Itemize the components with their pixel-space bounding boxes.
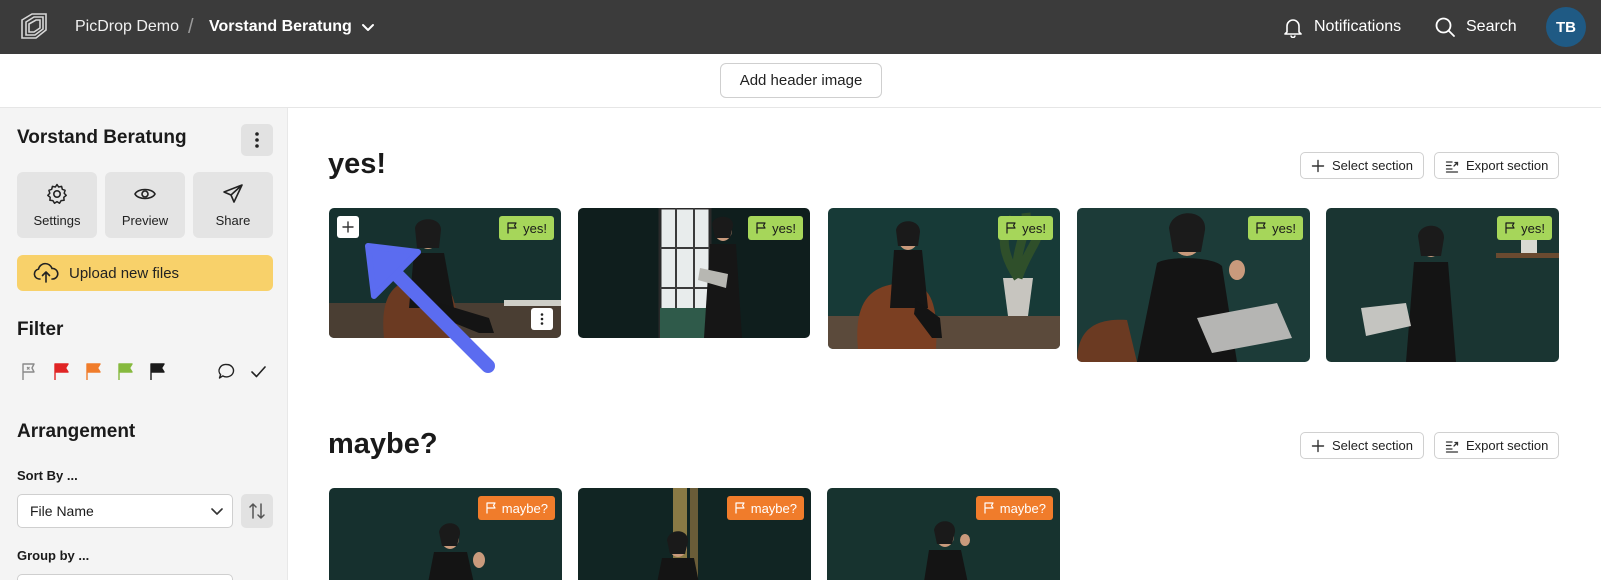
select-photo-button[interactable]	[337, 216, 359, 238]
sidebar: Vorstand Beratung Settings Preview Share	[0, 108, 288, 580]
group-by-select[interactable]	[17, 574, 233, 580]
preview-label: Preview	[121, 213, 169, 228]
photo-thumbnail[interactable]: maybe?	[329, 488, 562, 580]
plus-icon	[1311, 159, 1325, 172]
badge-label: yes!	[772, 220, 796, 236]
sort-direction-button[interactable]	[241, 494, 273, 528]
badge-label: maybe?	[999, 500, 1046, 516]
eye-icon	[134, 188, 156, 200]
flag-badge-yes[interactable]: yes!	[748, 216, 803, 240]
search-label: Search	[1466, 18, 1517, 35]
checkmark-icon[interactable]	[249, 362, 268, 381]
notifications-button[interactable]: Notifications	[1282, 0, 1401, 54]
plus-icon	[1311, 439, 1325, 452]
breadcrumb-separator: /	[188, 15, 194, 38]
flag-none-icon[interactable]	[20, 362, 39, 381]
breadcrumb-brand[interactable]: PicDrop Demo	[75, 0, 179, 54]
export-section-label: Export section	[1466, 158, 1549, 173]
avatar[interactable]: TB	[1546, 7, 1586, 47]
badge-label: maybe?	[501, 500, 548, 516]
export-section-button[interactable]: Export section	[1434, 432, 1560, 459]
photo-thumbnail[interactable]: yes!	[828, 208, 1060, 349]
filter-heading: Filter	[17, 319, 64, 340]
photo-thumbnail[interactable]: yes!	[1326, 208, 1559, 362]
badge-label: maybe?	[750, 500, 797, 516]
plus-icon	[342, 221, 354, 233]
flag-icon	[1256, 222, 1266, 234]
picdrop-logo-icon[interactable]	[18, 10, 50, 44]
photo-thumbnail[interactable]: yes!	[329, 208, 561, 338]
preview-button[interactable]: Preview	[105, 172, 185, 238]
badge-label: yes!	[1022, 220, 1046, 236]
badge-label: yes!	[1521, 220, 1545, 236]
sort-by-select[interactable]: File Name	[17, 494, 233, 528]
flag-badge-yes[interactable]: yes!	[1248, 216, 1303, 240]
kebab-icon	[540, 313, 544, 325]
export-icon	[1445, 440, 1459, 453]
gallery-title: Vorstand Beratung	[17, 127, 187, 148]
sort-by-value: File Name	[30, 503, 94, 519]
share-button[interactable]: Share	[193, 172, 273, 238]
select-section-label: Select section	[1332, 158, 1413, 173]
flag-badge-maybe[interactable]: maybe?	[477, 496, 555, 520]
gallery-menu-button[interactable]	[241, 124, 273, 156]
photo-thumbnail[interactable]: maybe?	[578, 488, 811, 580]
breadcrumb-project[interactable]: Vorstand Beratung	[209, 0, 352, 54]
export-section-label: Export section	[1466, 438, 1549, 453]
flag-badge-yes[interactable]: yes!	[499, 216, 554, 240]
share-label: Share	[215, 213, 251, 228]
photo-thumbnail[interactable]: yes!	[578, 208, 810, 338]
add-header-image-button[interactable]: Add header image	[720, 63, 882, 98]
top-bar: PicDrop Demo / Vorstand Beratung Notific…	[0, 0, 1601, 54]
bell-icon	[1284, 19, 1302, 38]
flag-icon	[735, 502, 745, 514]
search-icon	[1435, 17, 1455, 37]
send-icon	[223, 184, 243, 203]
flag-badge-maybe[interactable]: maybe?	[975, 496, 1053, 520]
flag-red-icon[interactable]	[52, 362, 71, 381]
upload-new-files-button[interactable]: Upload new files	[17, 255, 273, 291]
export-section-button[interactable]: Export section	[1434, 152, 1560, 179]
settings-label: Settings	[33, 213, 81, 228]
select-section-button[interactable]: Select section	[1300, 432, 1424, 459]
flag-icon	[486, 502, 496, 514]
flag-badge-maybe[interactable]: maybe?	[726, 496, 804, 520]
flag-badge-yes[interactable]: yes!	[998, 216, 1053, 240]
group-by-label: Group by ...	[17, 548, 90, 563]
photo-thumbnail[interactable]: yes!	[1077, 208, 1310, 362]
flag-icon	[507, 222, 517, 234]
export-icon	[1445, 160, 1459, 173]
chevron-down-icon	[211, 508, 223, 515]
arrangement-heading: Arrangement	[17, 421, 136, 442]
upload-label: Upload new files	[69, 264, 180, 282]
photo-menu-button[interactable]	[531, 308, 553, 330]
flag-badge-yes[interactable]: yes!	[1497, 216, 1552, 240]
flag-icon	[984, 502, 994, 514]
cloud-upload-icon	[33, 262, 59, 283]
select-section-button[interactable]: Select section	[1300, 152, 1424, 179]
search-button[interactable]: Search	[1434, 0, 1517, 54]
select-section-label: Select section	[1332, 438, 1413, 453]
gear-icon	[47, 183, 67, 204]
flag-green-icon[interactable]	[116, 362, 135, 381]
badge-label: yes!	[1272, 220, 1296, 236]
flag-icon	[756, 222, 766, 234]
photo-thumbnail[interactable]: maybe?	[827, 488, 1060, 580]
chevron-down-icon[interactable]	[359, 18, 377, 36]
settings-button[interactable]: Settings	[17, 172, 97, 238]
comment-icon[interactable]	[217, 362, 236, 381]
flag-black-icon[interactable]	[148, 362, 167, 381]
sort-by-label: Sort By ...	[17, 468, 78, 483]
section-title-yes: yes!	[328, 148, 387, 180]
section-title-maybe: maybe?	[328, 428, 438, 460]
header-image-band: Add header image	[0, 54, 1601, 108]
sort-arrows-icon	[249, 503, 265, 519]
notifications-label: Notifications	[1314, 18, 1402, 35]
flag-icon	[1505, 222, 1515, 234]
kebab-icon	[255, 132, 259, 148]
flag-icon	[1006, 222, 1016, 234]
badge-label: yes!	[523, 220, 547, 236]
flag-orange-icon[interactable]	[84, 362, 103, 381]
